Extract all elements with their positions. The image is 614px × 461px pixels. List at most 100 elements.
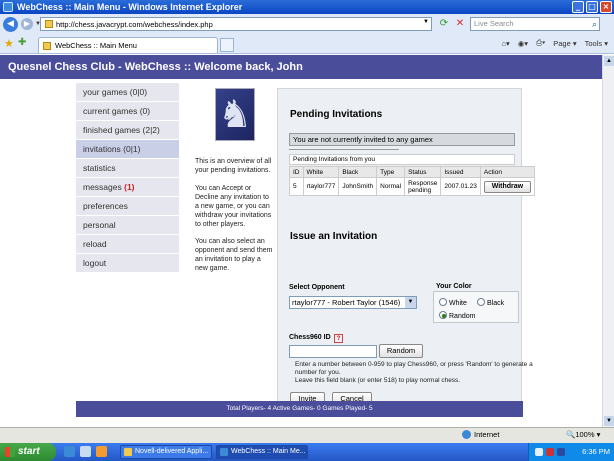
color-radio-group: White Black Random <box>433 291 519 323</box>
menu-item-invitations[interactable]: invitations (0|1) <box>76 140 179 159</box>
quicklaunch-media-icon[interactable] <box>96 446 107 457</box>
chevron-down-icon[interactable]: ▼ <box>405 297 416 308</box>
radio-random[interactable] <box>439 311 447 319</box>
help-column: ♞ This is an overview of all your pendin… <box>182 83 272 423</box>
withdraw-button[interactable]: Withdraw <box>483 180 531 193</box>
search-input[interactable]: Live Search ⌕ <box>470 17 600 31</box>
col-issued: Issued <box>440 166 481 178</box>
menu-item-logout[interactable]: logout <box>76 254 179 273</box>
back-button[interactable]: ◀ <box>3 16 18 32</box>
random-button[interactable]: Random <box>379 344 423 358</box>
tab-webchess[interactable]: WebChess :: Main Menu <box>38 37 218 53</box>
add-favorites-icon[interactable]: ✚ <box>18 37 26 48</box>
taskbar-item-novell[interactable]: Novell-delivered Appli... <box>120 445 212 459</box>
invitations-panel: Pending Invitations You are not currentl… <box>277 88 535 415</box>
address-url: http://chess.javacrypt.com/webchess/inde… <box>56 19 213 29</box>
color-black-option[interactable]: Black <box>477 298 504 307</box>
feeds-icon[interactable]: ◉▾ <box>518 39 528 48</box>
cell-issued: 2007.01.23 <box>440 177 481 196</box>
search-placeholder: Live Search <box>474 19 514 28</box>
tab-favicon-icon <box>43 41 51 50</box>
address-input[interactable]: http://chess.javacrypt.com/webchess/inde… <box>40 17 432 31</box>
taskbar-item-webchess[interactable]: WebChess :: Main Me... <box>216 445 308 459</box>
color-random-option[interactable]: Random <box>439 311 475 320</box>
security-zone: Internet <box>462 430 499 439</box>
taskbar-item-webchess-label: WebChess :: Main Me... <box>231 448 306 455</box>
menu-item-your-games[interactable]: your games (0|0) <box>76 83 179 102</box>
site-header: Quesnel Chess Club - WebChess :: Welcome… <box>0 55 602 79</box>
tab-title: WebChess :: Main Menu <box>55 41 137 50</box>
menu-item-current-games[interactable]: current games (0) <box>76 102 179 121</box>
page-favicon-icon <box>45 20 53 28</box>
radio-black[interactable] <box>477 298 485 306</box>
cell-black: JohnSmith <box>338 177 378 196</box>
col-type: Type <box>376 166 406 178</box>
page-menu-button[interactable]: Page ▾ <box>553 39 576 48</box>
zone-label: Internet <box>474 430 500 439</box>
scroll-down-icon[interactable]: ▼ <box>604 416 614 426</box>
color-white-option[interactable]: White <box>439 298 467 307</box>
color-random-label: Random <box>449 313 476 320</box>
table-row: 5 rtaylor777 JohnSmith Normal Response p… <box>289 177 535 196</box>
minimize-button[interactable]: _ <box>572 1 584 13</box>
windows-taskbar: start Novell-delivered Appli... WebChess… <box>0 443 614 461</box>
page-menu-label: Page <box>553 38 571 48</box>
menu-item-reload[interactable]: reload <box>76 235 179 254</box>
vertical-scrollbar[interactable]: ▲ ▼ <box>602 55 614 427</box>
menu-item-personal[interactable]: personal <box>76 216 179 235</box>
refresh-icon[interactable]: ⟳ <box>438 18 450 30</box>
chess-knight-image: ♞ <box>215 88 255 141</box>
home-icon[interactable]: ⌂▾ <box>501 39 509 48</box>
tray-network-icon[interactable] <box>535 448 543 456</box>
col-black: Black <box>338 166 378 178</box>
tab-toolbar: ★ ✚ WebChess :: Main Menu ⌂▾ ◉▾ ⎙▾ Page … <box>0 34 614 54</box>
chess960-label: Chess960 ID <box>289 334 331 341</box>
your-color-label: Your Color <box>436 283 472 290</box>
windows-logo-icon <box>5 447 15 457</box>
print-icon[interactable]: ⎙▾ <box>536 38 545 48</box>
search-icon[interactable]: ⌕ <box>592 18 597 30</box>
window-title: WebChess :: Main Menu - Windows Internet… <box>17 2 243 12</box>
opponent-selected-value: rtaylor777 - Robert Taylor (1546) <box>292 298 401 307</box>
cell-id: 5 <box>289 177 304 196</box>
chess960-hint-1: Enter a number between 0-959 to play Che… <box>295 361 533 376</box>
system-tray: 6:36 PM <box>528 443 614 461</box>
tools-menu-button[interactable]: Tools ▾ <box>585 39 608 48</box>
help-paragraph-2: You can Accept or Decline any invitation… <box>195 185 272 228</box>
menu-item-finished-games[interactable]: finished games (2|2) <box>76 121 179 140</box>
color-black-label: Black <box>487 300 505 307</box>
chess960-input[interactable] <box>289 345 377 358</box>
pending-invitations-table: ID White Black Type Status Issued Action… <box>289 166 535 196</box>
divider <box>289 149 399 150</box>
cell-type: Normal <box>376 177 406 196</box>
address-dropdown-icon[interactable]: ▼ <box>423 19 429 25</box>
chess960-help-button[interactable]: ? <box>334 334 343 343</box>
scroll-up-icon[interactable]: ▲ <box>604 56 614 66</box>
forward-button[interactable]: ▶ <box>21 18 33 30</box>
quicklaunch-desktop-icon[interactable] <box>80 446 91 457</box>
radio-white[interactable] <box>439 298 447 306</box>
menu-item-statistics[interactable]: statistics <box>76 159 179 178</box>
pending-from-you-caption: Pending Invitations from you <box>289 154 515 165</box>
menu-item-messages[interactable]: messages (1) <box>76 178 179 197</box>
chess960-hint-2: Leave this field blank (or enter 518) to… <box>295 377 461 384</box>
tray-app-icon[interactable] <box>557 448 565 456</box>
maximize-button[interactable]: □ <box>586 1 598 13</box>
tray-antivirus-icon[interactable] <box>546 448 554 456</box>
quicklaunch-ie-icon[interactable] <box>64 446 75 457</box>
zoom-level[interactable]: 🔍100% ▾ <box>566 430 600 439</box>
col-id: ID <box>289 166 304 178</box>
favorites-star-icon[interactable]: ★ <box>4 37 14 50</box>
clock: 6:36 PM <box>582 447 610 456</box>
tools-menu-label: Tools <box>584 38 603 48</box>
window-titlebar: WebChess :: Main Menu - Windows Internet… <box>0 0 614 14</box>
pending-invitations-title: Pending Invitations <box>290 109 383 120</box>
new-tab-button[interactable] <box>220 38 234 52</box>
stop-icon[interactable]: ✕ <box>454 18 466 30</box>
messages-count-badge: (1) <box>124 182 135 192</box>
menu-item-preferences[interactable]: preferences <box>76 197 179 216</box>
page-content: Quesnel Chess Club - WebChess :: Welcome… <box>0 55 602 427</box>
close-button[interactable]: × <box>600 1 612 13</box>
start-button[interactable]: start <box>0 443 56 461</box>
opponent-select[interactable]: rtaylor777 - Robert Taylor (1546) ▼ <box>289 296 417 309</box>
